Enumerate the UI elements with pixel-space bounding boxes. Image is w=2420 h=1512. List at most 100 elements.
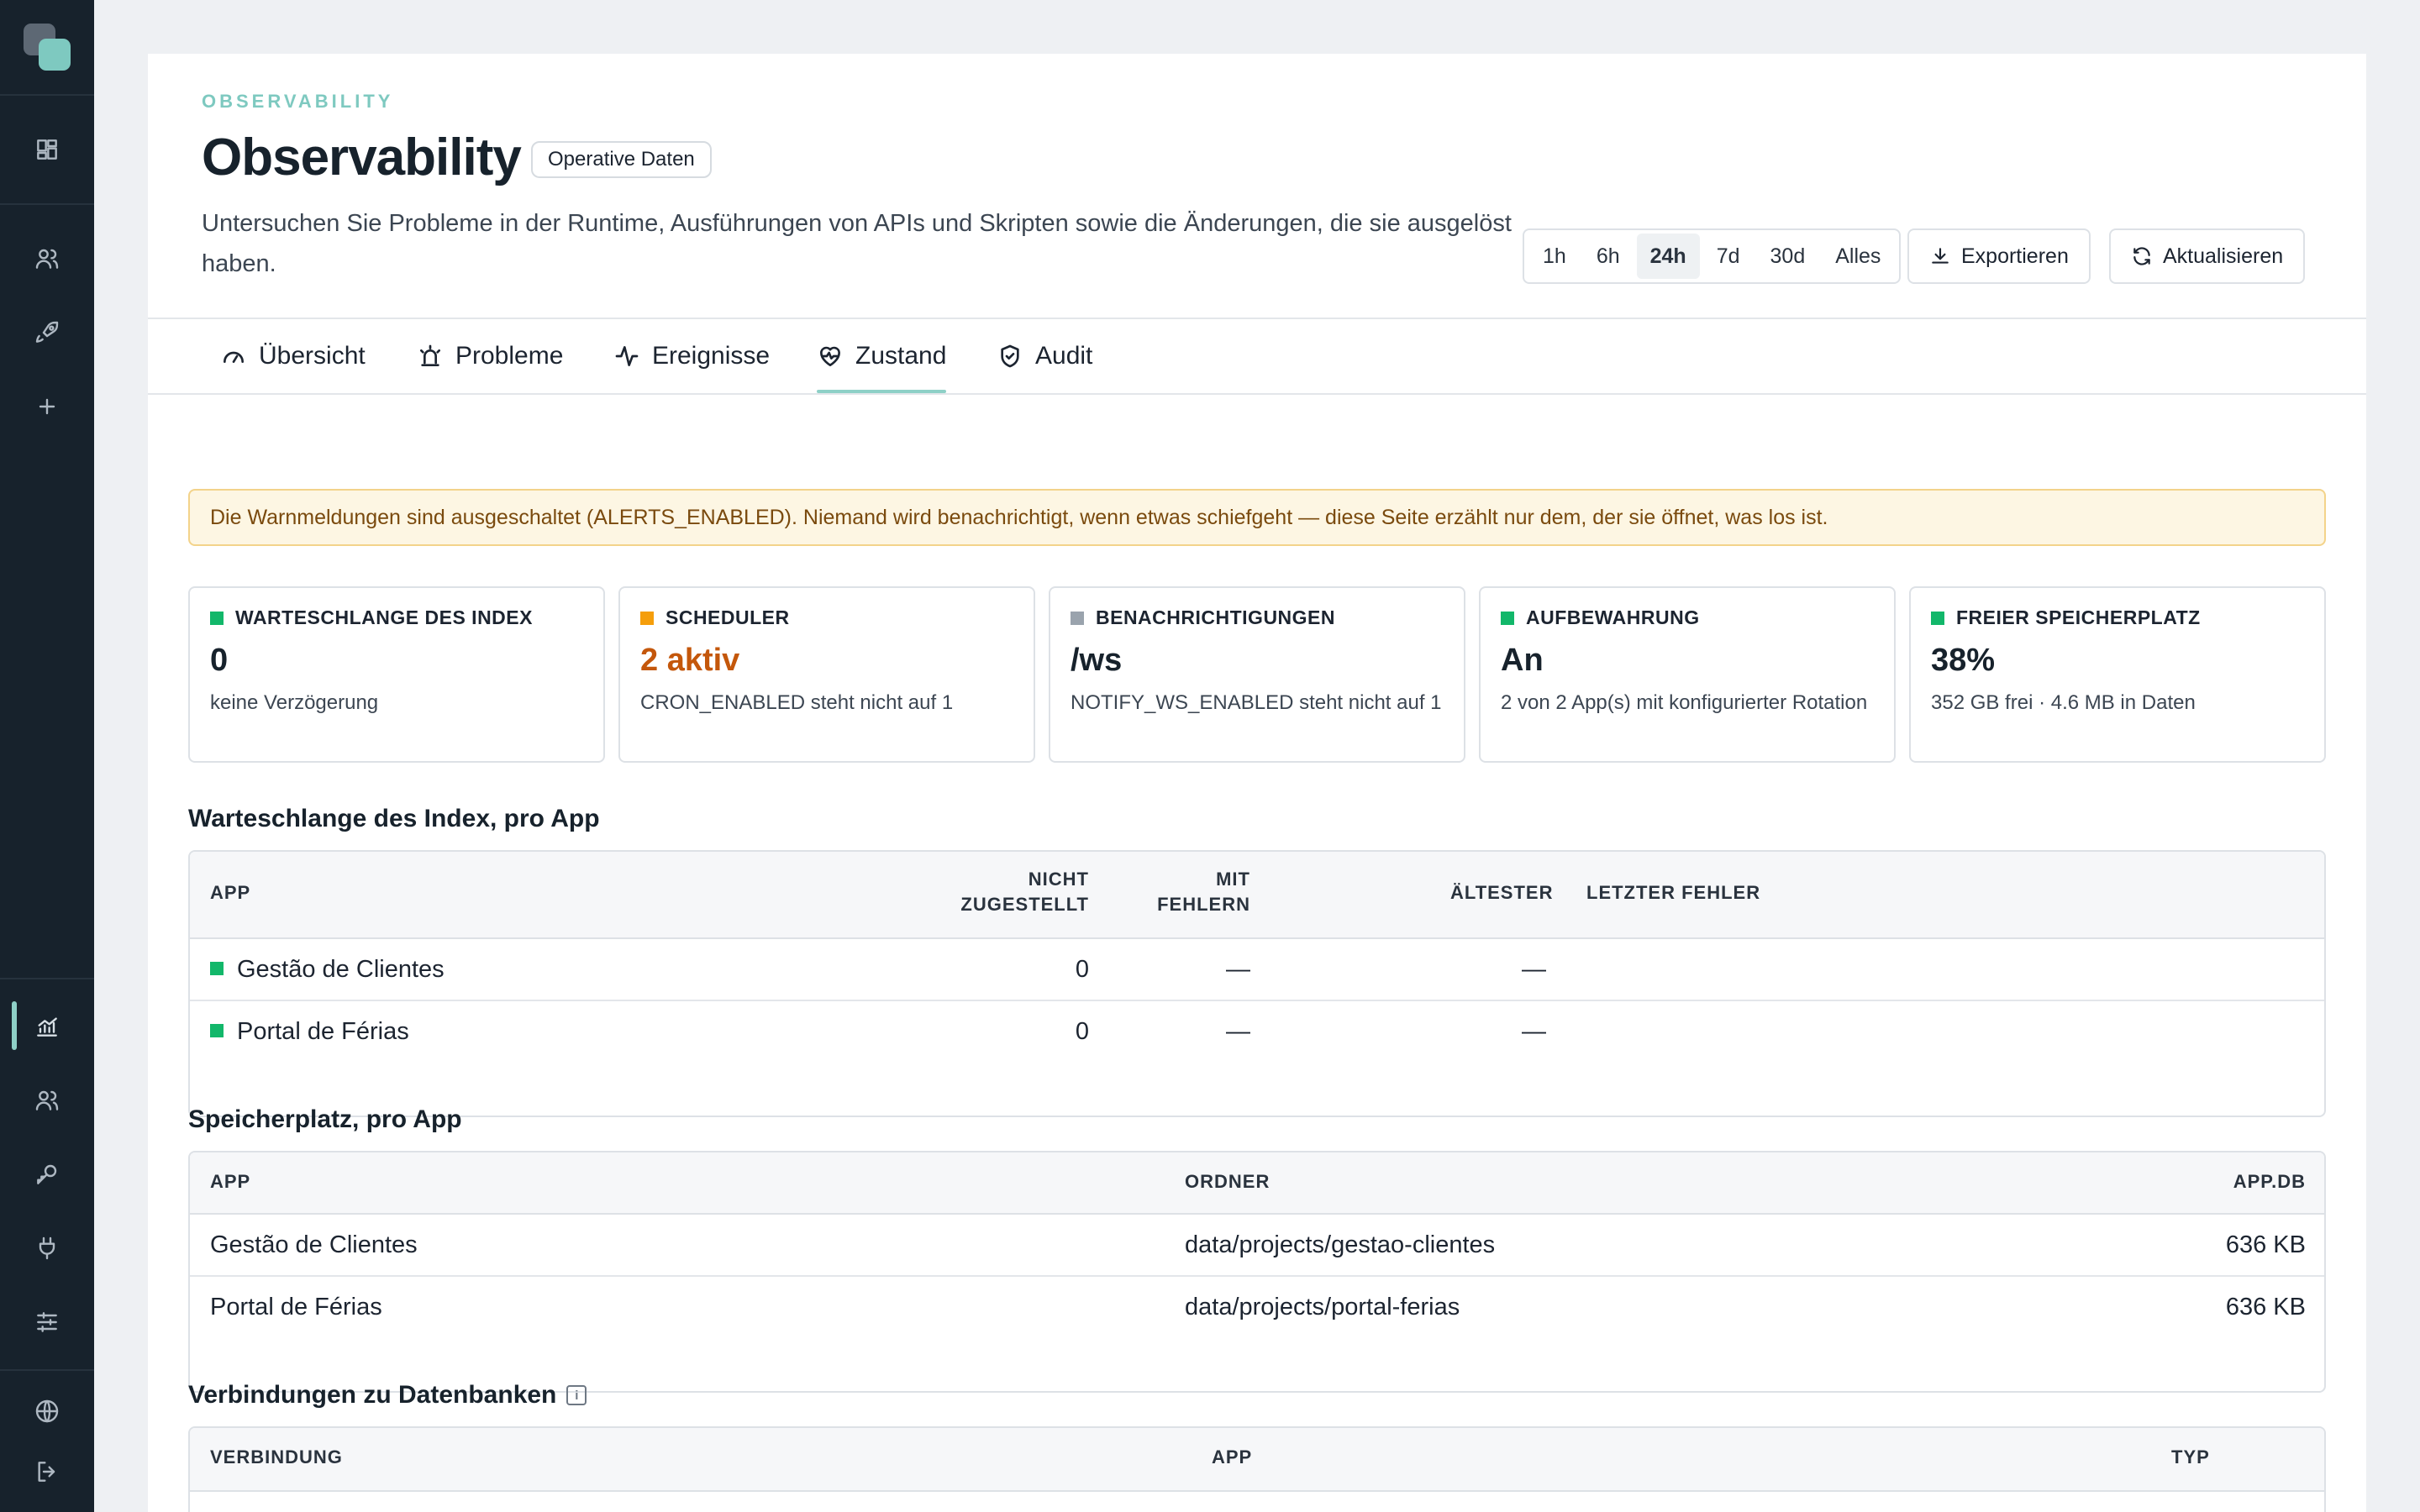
status-indicator	[210, 1024, 224, 1038]
stat-label: WARTESCHLANGE DES INDEX	[235, 606, 533, 628]
sidebar	[0, 0, 94, 1512]
section-title-connections: Verbindungen zu Datenbanken i	[188, 1381, 587, 1410]
col-oldest: ÄLTESTER	[1450, 882, 1554, 903]
chart-icon[interactable]	[27, 1006, 67, 1047]
stat-subtext: CRON_ENABLED steht nicht auf 1	[640, 691, 954, 714]
col-app: APP	[1212, 1446, 1253, 1467]
tab-events[interactable]: Ereignisse	[613, 319, 770, 393]
range-1h[interactable]: 1h	[1529, 234, 1580, 279]
info-icon[interactable]: i	[566, 1385, 587, 1405]
plus-icon[interactable]	[27, 386, 67, 427]
col-last-error: LETZTER FEHLER	[1586, 882, 1761, 903]
globe-icon[interactable]	[27, 1391, 67, 1431]
export-button[interactable]: Exportieren	[1907, 228, 2091, 284]
connections-table: VERBINDUNG APP TYP	[188, 1426, 2326, 1512]
tab-problems[interactable]: Probleme	[417, 319, 563, 393]
stat-subtext: NOTIFY_WS_ENABLED steht nicht auf 1	[1071, 691, 1442, 714]
status-indicator	[210, 611, 224, 625]
storage-table: APP ORDNER APP.DB Gestão de Clientes dat…	[188, 1151, 2326, 1393]
status-indicator	[1931, 611, 1944, 625]
table-header: APP NICHT ZUGESTELLT MIT FEHLERN ÄLTESTER …	[190, 852, 2324, 939]
col-app-db: APP.DB	[2233, 1171, 2306, 1192]
folder-cell: data/projects/gestao-clientes	[1185, 1231, 1496, 1258]
export-button-label: Exportieren	[1961, 244, 2069, 268]
heart-pulse-icon	[820, 346, 840, 366]
folder-cell: data/projects/portal-ferias	[1185, 1294, 1460, 1320]
tab-overview[interactable]: Übersicht	[220, 319, 366, 393]
refresh-icon	[2133, 247, 2150, 265]
sidebar-divider	[0, 1369, 94, 1371]
tabs-divider	[148, 393, 2366, 395]
status-indicator	[1071, 611, 1084, 625]
key-icon[interactable]	[27, 1154, 67, 1194]
undelivered-cell: 0	[1075, 1018, 1089, 1045]
tab-audit[interactable]: Audit	[997, 319, 1092, 393]
tab-health[interactable]: Zustand	[817, 319, 947, 393]
table-header: APP ORDNER APP.DB	[190, 1152, 2324, 1215]
stat-label: FREIER SPEICHERPLATZ	[1956, 606, 2201, 628]
section-title-queue: Warteschlange des Index, pro App	[188, 805, 600, 832]
app-cell: Gestão de Clientes	[210, 939, 445, 1000]
users-icon[interactable]	[27, 239, 67, 279]
dashboard-icon[interactable]	[27, 129, 67, 170]
table-row[interactable]: Gestão de Clientes 0 — —	[190, 939, 2324, 1001]
section-title-storage: Speicherplatz, pro App	[188, 1105, 462, 1133]
stat-card-notifications: BENACHRICHTIGUNGEN /ws NOTIFY_WS_ENABLED…	[1049, 586, 1465, 763]
logout-icon[interactable]	[27, 1452, 67, 1492]
tab-label: Übersicht	[259, 342, 366, 370]
stat-value: /ws	[1071, 643, 1123, 678]
stat-card-index-queue: WARTESCHLANGE DES INDEX 0 keine Verzöger…	[188, 586, 605, 763]
plug-icon[interactable]	[27, 1228, 67, 1268]
col-connection: VERBINDUNG	[210, 1446, 343, 1467]
range-30d[interactable]: 30d	[1757, 234, 1819, 279]
stat-value: 2 aktiv	[640, 643, 740, 678]
team-icon[interactable]	[27, 1080, 67, 1121]
table-row[interactable]: Portal de Férias data/projects/portal-fe…	[190, 1277, 2324, 1339]
title-badge: Operative Daten	[531, 141, 712, 178]
stat-value: 0	[210, 643, 229, 678]
table-header: VERBINDUNG APP TYP	[190, 1428, 2324, 1492]
tab-label: Ereignisse	[652, 342, 771, 370]
failed-cell: —	[1226, 1018, 1250, 1045]
stat-subtext: 2 von 2 App(s) mit konfigurierter Rotati…	[1501, 691, 1868, 714]
page-subtitle: Untersuchen Sie Probleme in der Runtime,…	[202, 210, 1512, 277]
app-cell: Portal de Férias	[210, 1294, 382, 1320]
gauge-icon	[224, 351, 244, 363]
tab-label: Zustand	[855, 342, 947, 370]
active-indicator	[12, 1001, 17, 1050]
main-panel: OBSERVABILITY Observability Operative Da…	[148, 54, 2366, 1512]
stat-subtext: 352 GB frei · 4.6 MB in Daten	[1931, 691, 2196, 714]
col-app: APP	[210, 1171, 251, 1192]
status-indicator	[210, 962, 224, 976]
stat-card-retention: AUFBEWAHRUNG An 2 von 2 App(s) mit konfi…	[1479, 586, 1896, 763]
app-logo[interactable]	[24, 24, 71, 71]
refresh-button[interactable]: Aktualisieren	[2109, 228, 2306, 284]
col-folder: ORDNER	[1185, 1171, 1270, 1192]
sidebar-divider	[0, 94, 94, 96]
oldest-cell: —	[1522, 1018, 1546, 1045]
db-size-cell: 636 KB	[2225, 1231, 2306, 1258]
sidebar-divider	[0, 203, 94, 205]
sidebar-divider	[0, 978, 94, 979]
stat-value: An	[1501, 643, 1544, 678]
range-24h[interactable]: 24h	[1636, 234, 1700, 279]
table-row[interactable]: Portal de Férias 0 — —	[190, 1001, 2324, 1063]
oldest-cell: —	[1522, 956, 1546, 983]
db-size-cell: 636 KB	[2225, 1294, 2306, 1320]
stat-card-free-storage: FREIER SPEICHERPLATZ 38% 352 GB frei · 4…	[1909, 586, 2326, 763]
table-row[interactable]: Gestão de Clientes data/projects/gestao-…	[190, 1215, 2324, 1277]
col-type: TYP	[2171, 1446, 2210, 1467]
rocket-icon[interactable]	[27, 312, 67, 353]
alerts-disabled-banner: Die Warnmeldungen sind ausgeschaltet (AL…	[188, 489, 2326, 546]
stat-card-scheduler: SCHEDULER 2 aktiv CRON_ENABLED steht nic…	[618, 586, 1035, 763]
status-indicator	[640, 611, 654, 625]
range-all[interactable]: Alles	[1822, 234, 1894, 279]
stat-label: SCHEDULER	[666, 606, 790, 628]
sliders-icon[interactable]	[27, 1302, 67, 1342]
stat-value: 38%	[1931, 643, 1996, 678]
failed-cell: —	[1226, 956, 1250, 983]
col-app: APP	[210, 882, 251, 903]
range-7d[interactable]: 7d	[1703, 234, 1754, 279]
range-6h[interactable]: 6h	[1583, 234, 1634, 279]
refresh-button-label: Aktualisieren	[2163, 244, 2284, 268]
